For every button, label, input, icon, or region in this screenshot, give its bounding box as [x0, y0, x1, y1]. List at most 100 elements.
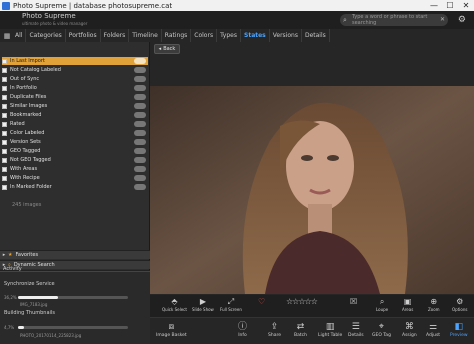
tab-ratings[interactable]: Ratings	[162, 29, 192, 42]
tab-all[interactable]: All	[12, 29, 27, 42]
close-button[interactable]: ✕	[458, 0, 474, 11]
state-item-in-marked-folder[interactable]: In Marked Folder	[2, 183, 148, 191]
geo-tag-button[interactable]: ⌖ GEO Tag	[372, 321, 391, 338]
favorites-label: Favorites	[15, 252, 39, 258]
tab-folders[interactable]: Folders	[101, 29, 130, 42]
sliders-icon: ⚌	[429, 322, 438, 332]
window-title: Photo Supreme | database photosupreme.ca…	[13, 1, 173, 10]
logo-subtitle: ultimate photo & video manager	[22, 21, 88, 26]
light-table-button[interactable]: ▥ Light Table	[318, 321, 342, 338]
count-badge	[134, 85, 146, 91]
state-item-label: Similar Images	[10, 103, 48, 109]
areas-button[interactable]: ▣ Areas	[402, 297, 413, 312]
checkbox[interactable]	[2, 103, 7, 109]
state-item-not-catalog-labeled[interactable]: Not Catalog Labeled	[2, 66, 148, 74]
quick-select-button[interactable]: ⬘ Quick Select	[162, 297, 187, 312]
batch-button[interactable]: ⇄ Batch	[294, 321, 307, 338]
tab-types[interactable]: Types	[217, 29, 241, 42]
checkbox[interactable]	[2, 112, 7, 118]
state-item-label: Version Sets	[10, 139, 41, 145]
favorite-toggle[interactable]: ♡	[258, 297, 265, 307]
checkbox[interactable]	[2, 175, 7, 181]
loupe-icon: ⌕	[379, 297, 385, 306]
rating-stars[interactable]: ☆☆☆☆☆	[286, 297, 318, 307]
loupe-button[interactable]: ⌕ Loupe	[376, 297, 388, 312]
checkbox[interactable]	[2, 130, 7, 136]
state-item-out-of-sync[interactable]: Out of Sync	[2, 75, 148, 83]
state-item-similar-images[interactable]: Similar Images	[2, 102, 148, 110]
tab-versions[interactable]: Versions	[270, 29, 302, 42]
tab-details[interactable]: Details	[302, 29, 330, 42]
slide-show-button[interactable]: ▶ Slide Show	[192, 297, 214, 312]
preview-label: Preview	[450, 333, 468, 338]
state-item-with-recipe[interactable]: With Recipe	[2, 174, 148, 182]
zoom-button[interactable]: ⊕ Zoom	[428, 297, 440, 312]
assign-button[interactable]: ⌘ Assign	[402, 321, 417, 338]
viewer-toolbar: ⬘ Quick Select ▶ Slide Show ⤢ Full Scree…	[150, 295, 474, 317]
state-item-in-last-import[interactable]: In Last Import	[2, 57, 148, 65]
checkbox[interactable]	[2, 148, 7, 154]
checkbox[interactable]	[2, 85, 7, 91]
state-item-in-portfolio[interactable]: In Portfolio	[2, 84, 148, 92]
state-item-color-labeled[interactable]: Color Labeled	[2, 129, 148, 137]
image-basket-button[interactable]: ⧈ Image Basket	[156, 321, 187, 338]
quick-select-label: Quick Select	[162, 307, 187, 312]
state-item-bookmarked[interactable]: Bookmarked	[2, 111, 148, 119]
preview-photo[interactable]	[150, 86, 474, 294]
count-badge	[134, 76, 146, 82]
tab-categories[interactable]: Categories	[26, 29, 66, 42]
checkbox[interactable]	[2, 67, 7, 73]
checkbox[interactable]	[2, 121, 7, 127]
thumb-progress-bar	[18, 326, 128, 329]
share-icon: ⇪	[270, 322, 279, 332]
state-item-label: GEO Tagged	[10, 148, 41, 154]
slide-show-label: Slide Show	[192, 307, 214, 312]
sync-progress-bar	[18, 296, 128, 299]
adjust-button[interactable]: ⚌ Adjust	[426, 321, 440, 338]
gear-icon[interactable]: ⚙	[458, 15, 466, 25]
options-button[interactable]: ⚙ Options	[452, 297, 467, 312]
state-item-version-sets[interactable]: Version Sets	[2, 138, 148, 146]
light-table-icon: ▥	[325, 322, 335, 332]
tag-icon: ⌘	[404, 322, 414, 332]
tab-timeline[interactable]: Timeline	[129, 29, 162, 42]
share-button[interactable]: ⇪ Share	[268, 321, 281, 338]
dynamic-search-panel-header[interactable]: ▸ ⌕ Dynamic Search	[0, 260, 150, 269]
count-badge	[134, 148, 146, 154]
state-item-duplicate-files[interactable]: Duplicate Files	[2, 93, 148, 101]
tab-states[interactable]: States	[241, 29, 270, 42]
adjust-label: Adjust	[426, 333, 441, 338]
state-item-not-geo-tagged[interactable]: Not GEO Tagged	[2, 156, 148, 164]
grid-icon[interactable]: ▦	[2, 32, 12, 40]
back-button[interactable]: ◂ Back	[154, 44, 180, 54]
tab-portfolios[interactable]: Portfolios	[66, 29, 101, 42]
state-item-label: In Portfolio	[10, 85, 37, 91]
checkbox[interactable]	[2, 166, 7, 172]
tab-colors[interactable]: Colors	[191, 29, 218, 42]
thumb-file: PHOTO_20170114_225823.jpg	[20, 333, 82, 338]
loupe-label: Loupe	[376, 307, 389, 312]
checkbox[interactable]	[2, 139, 7, 145]
maximize-button[interactable]: ☐	[442, 0, 458, 11]
clear-icon[interactable]: ✕	[440, 16, 445, 23]
reject-button[interactable]: ☒	[350, 297, 357, 307]
state-item-with-areas[interactable]: With Areas	[2, 165, 148, 173]
preview-button[interactable]: ◧ Preview	[450, 321, 468, 338]
checkbox[interactable]	[2, 184, 7, 190]
state-item-rated[interactable]: Rated	[2, 120, 148, 128]
state-item-label: Color Labeled	[10, 130, 45, 136]
checkbox[interactable]	[2, 76, 7, 82]
details-button[interactable]: ☰ Details	[348, 321, 364, 338]
info-button[interactable]: ⓘ Info	[238, 321, 247, 338]
full-screen-button[interactable]: ⤢ Full Screen	[220, 297, 242, 312]
checkbox[interactable]	[2, 157, 7, 163]
minimize-button[interactable]: —	[426, 0, 442, 11]
state-item-geo-tagged[interactable]: GEO Tagged	[2, 147, 148, 155]
checkbox[interactable]	[2, 58, 7, 64]
favorites-panel-header[interactable]: ▸ ★ Favorites	[0, 250, 150, 259]
count-badge	[134, 112, 146, 118]
activity-panel: Synchronize Service 36,2% IMG_7183.jpg B…	[0, 272, 150, 344]
checkbox[interactable]	[2, 94, 7, 100]
search-input[interactable]: ⌕ Type a word or phrase to start searchi…	[340, 14, 448, 26]
search-placeholder: Type a word or phrase to start searching	[352, 14, 428, 26]
